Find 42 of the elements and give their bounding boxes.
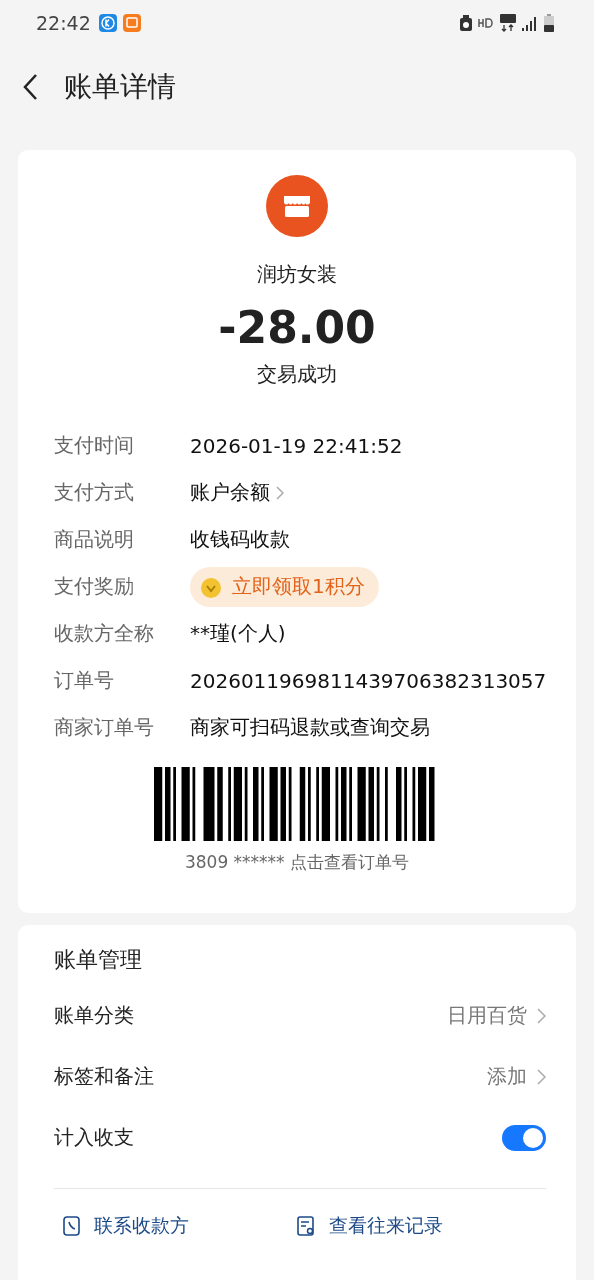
- battery-icon: [544, 14, 554, 32]
- chevron-icon: [276, 485, 284, 500]
- order-number-link[interactable]: 3809 ****** 点击查看订单号: [184, 851, 410, 874]
- network-icon: [500, 14, 516, 32]
- detail-label: 收款方全称: [54, 620, 155, 647]
- document-search-icon: [297, 1216, 315, 1236]
- back-button[interactable]: [22, 73, 38, 101]
- action-link[interactable]: 联系收款方: [62, 1213, 297, 1239]
- action-link[interactable]: 查看往来记录: [297, 1213, 546, 1239]
- status-time: 22:42: [36, 12, 91, 34]
- detail-label: 支付方式: [54, 479, 135, 506]
- detail-value: 收钱码收款: [190, 526, 290, 553]
- section-title: 账单管理: [54, 946, 143, 974]
- toggle-switch[interactable]: [502, 1124, 546, 1151]
- setting-label: 计入收支: [54, 1124, 134, 1151]
- detail-value: 2026-01-19 22:41:52: [190, 433, 403, 458]
- coin-icon: [200, 575, 222, 598]
- setting-label: 账单分类: [54, 1002, 134, 1029]
- detail-label: 支付奖励: [54, 573, 135, 600]
- detail-label: 订单号: [54, 667, 115, 694]
- detail-label: 商家订单号: [54, 714, 155, 741]
- page-title: 账单详情: [64, 69, 176, 105]
- chevron-icon: [537, 1007, 546, 1024]
- setting-value-link[interactable]: 日用百货: [447, 1002, 546, 1029]
- setting-label: 标签和备注: [54, 1063, 154, 1090]
- payment-method-link[interactable]: 账户余额: [190, 479, 284, 506]
- setting-value-link[interactable]: 添加: [487, 1063, 546, 1090]
- app-notification-icon: [98, 14, 117, 32]
- detail-value: 商家可扫码退款或查询交易: [190, 714, 430, 741]
- phone-book-icon: [62, 1216, 80, 1236]
- hd-icon: [478, 18, 494, 28]
- transaction-status: 交易成功: [257, 361, 337, 388]
- detail-value: 2026011969811439706382313057: [190, 668, 547, 693]
- app-notification-icon: [122, 14, 141, 32]
- detail-label: 商品说明: [54, 526, 135, 553]
- detail-value: **瑾(个人): [190, 620, 286, 647]
- detail-label: 支付时间: [54, 432, 135, 459]
- signal-icon: [522, 15, 538, 31]
- merchant-name: 润坊女装: [257, 261, 337, 288]
- chevron-icon: [537, 1068, 546, 1085]
- amount: -28.00: [218, 302, 376, 353]
- shop-icon: [266, 175, 328, 237]
